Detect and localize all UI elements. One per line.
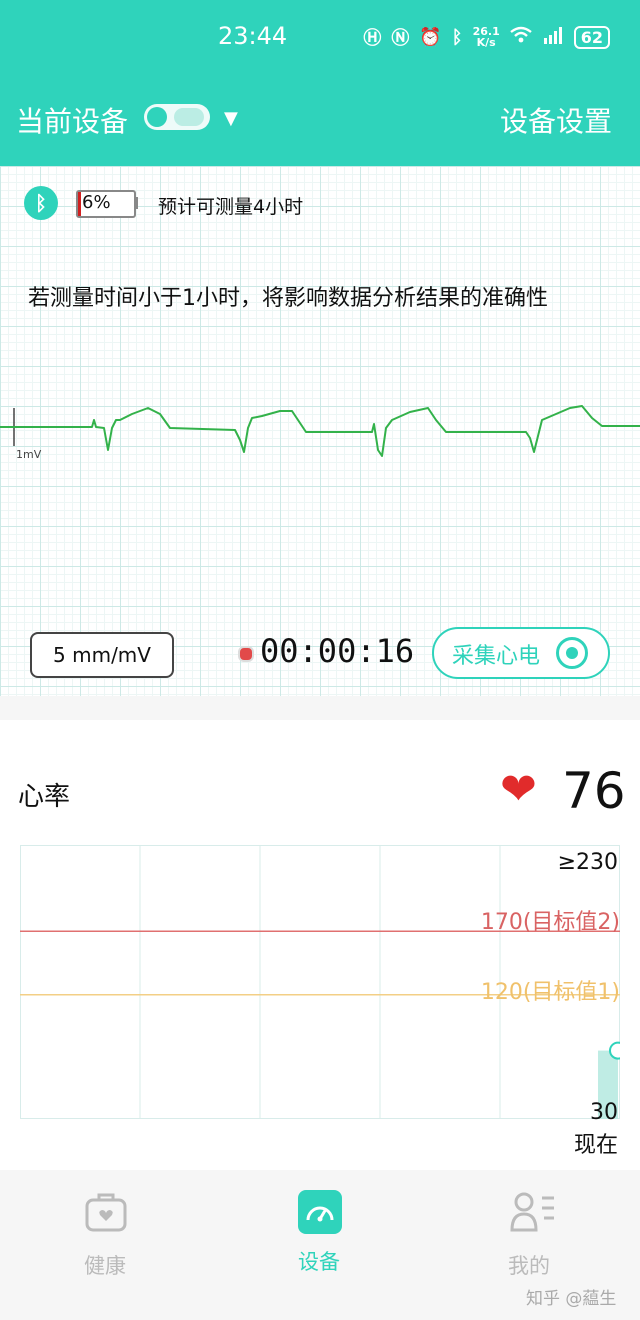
net-speed-unit: K/s bbox=[476, 36, 496, 49]
device-gauge-icon[interactable] bbox=[298, 1190, 342, 1234]
calibration-label: 1mV bbox=[16, 448, 42, 461]
wifi-icon bbox=[509, 26, 532, 49]
alarm-icon: ⏰ bbox=[419, 26, 442, 48]
target1-label: 120(目标值1) bbox=[480, 980, 620, 1005]
ecg-trace bbox=[0, 405, 640, 457]
current-device-label: 当前设备 bbox=[16, 105, 129, 138]
device-selector-toggle[interactable] bbox=[144, 104, 210, 130]
5g-signal-icon bbox=[542, 26, 564, 49]
current-heart-rate-point bbox=[609, 1041, 620, 1060]
nfc-icon: Ⓝ bbox=[391, 28, 410, 49]
nav-item-me[interactable]: 我的 bbox=[508, 1250, 550, 1280]
measurement-warning: 若测量时间小于1小时，将影响数据分析结果的准确性 bbox=[28, 286, 548, 311]
measurement-estimate: 预计可测量4小时 bbox=[158, 196, 304, 218]
nav-item-device[interactable]: 设备 bbox=[298, 1246, 340, 1276]
net-speed: 26.1 K/s bbox=[473, 26, 500, 48]
toggle-knob bbox=[147, 107, 167, 127]
heart-rate-title: 心率 bbox=[18, 782, 71, 812]
battery-tip bbox=[134, 197, 138, 209]
phone-battery-indicator: 62 bbox=[573, 25, 610, 49]
recording-timer: 00:00:16 bbox=[260, 632, 415, 670]
recording-indicator-icon bbox=[238, 646, 254, 662]
scale-button[interactable]: 5 mm/mV bbox=[30, 632, 174, 678]
health-briefcase-icon[interactable] bbox=[84, 1190, 128, 1234]
bluetooth-icon: ᛒ bbox=[24, 186, 58, 220]
record-icon-core bbox=[566, 647, 578, 659]
device-settings-button[interactable]: 设备设置 bbox=[500, 100, 612, 140]
now-label: 现在 bbox=[573, 1133, 618, 1158]
target2-label: 170(目标值2) bbox=[480, 910, 620, 935]
nav-item-health[interactable]: 健康 bbox=[84, 1250, 126, 1280]
device-battery-fill bbox=[78, 192, 81, 216]
ecg-waveform bbox=[0, 405, 640, 457]
device-battery-percent: 6% bbox=[82, 192, 111, 213]
status-icons: Ⓗ Ⓝ ⏰ ᛒ 26.1 K/s 62 bbox=[363, 24, 610, 50]
device-thumbnail bbox=[174, 108, 204, 126]
y-axis-min-label: 30 bbox=[590, 1100, 618, 1125]
collect-ecg-label: 采集心电 bbox=[452, 644, 541, 669]
record-icon bbox=[556, 637, 588, 669]
chevron-down-icon[interactable]: ▼ bbox=[224, 108, 238, 129]
watermark: 知乎 @藴生 bbox=[526, 1289, 617, 1309]
heart-rate-value: 76 bbox=[562, 762, 626, 820]
collect-ecg-button[interactable]: 采集心电 bbox=[432, 627, 610, 679]
heart-icon: ❤ bbox=[500, 764, 537, 815]
hd-icon: Ⓗ bbox=[363, 28, 382, 49]
bluetooth-icon: ᛒ bbox=[451, 26, 463, 48]
status-time: 23:44 bbox=[218, 22, 288, 50]
profile-icon[interactable] bbox=[508, 1190, 556, 1236]
y-axis-max-label: ≥230 bbox=[557, 850, 618, 875]
